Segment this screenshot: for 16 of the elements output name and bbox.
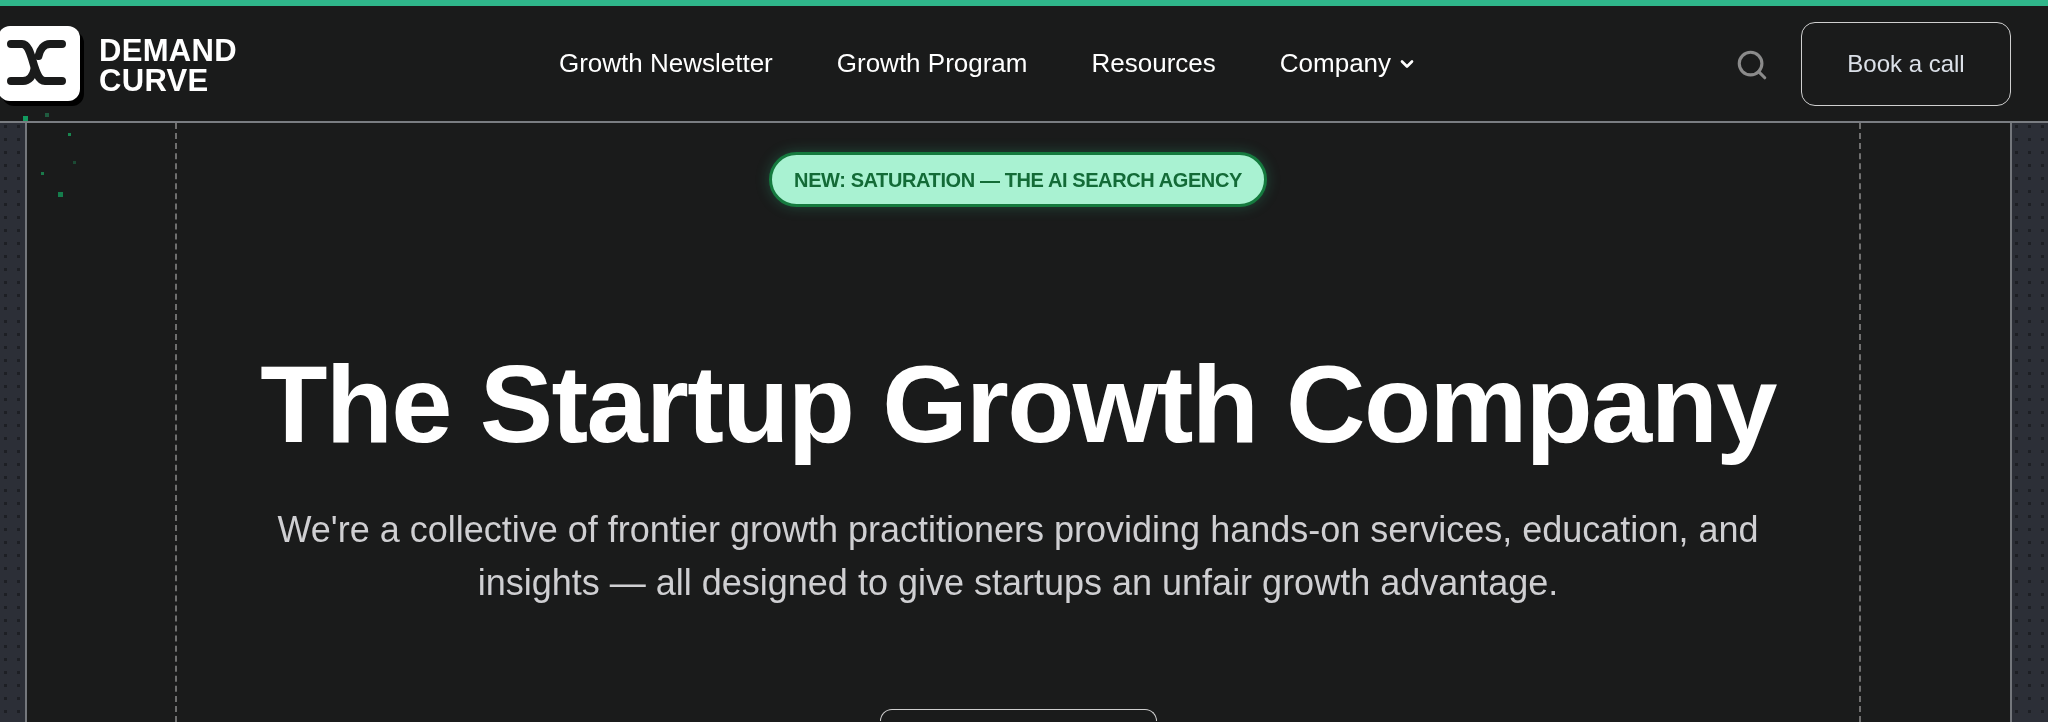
pixel-square-icon [41,172,44,175]
logo-icon[interactable] [0,25,84,106]
nav-link[interactable]: Growth Newsletter [558,44,773,83]
nav-link[interactable]: Resources [1091,44,1216,83]
nav-link[interactable]: Company [1279,44,1418,83]
book-call-button[interactable]: Book a call [1801,21,2011,106]
announcement-badge[interactable]: NEW: SATURATION — THE AI SEARCH AGENCY [769,152,1267,207]
hero-title: The Startup Growth Company [260,341,1776,467]
pixel-square-icon [68,133,71,136]
hero-subtitle: We're a collective of frontier growth practitioners providing hands-on services, education, and insights — all designed to give startups an unfair growth advantage. [276,507,1760,605]
pixel-square-icon [73,161,76,164]
pixel-square-icon [23,116,28,121]
pixel-square-icon [45,113,49,117]
nav-link[interactable]: Growth Program [836,44,1028,83]
pixel-square-icon [58,192,63,197]
logo-wordmark[interactable]: DEMAND CURVE [99,35,237,96]
